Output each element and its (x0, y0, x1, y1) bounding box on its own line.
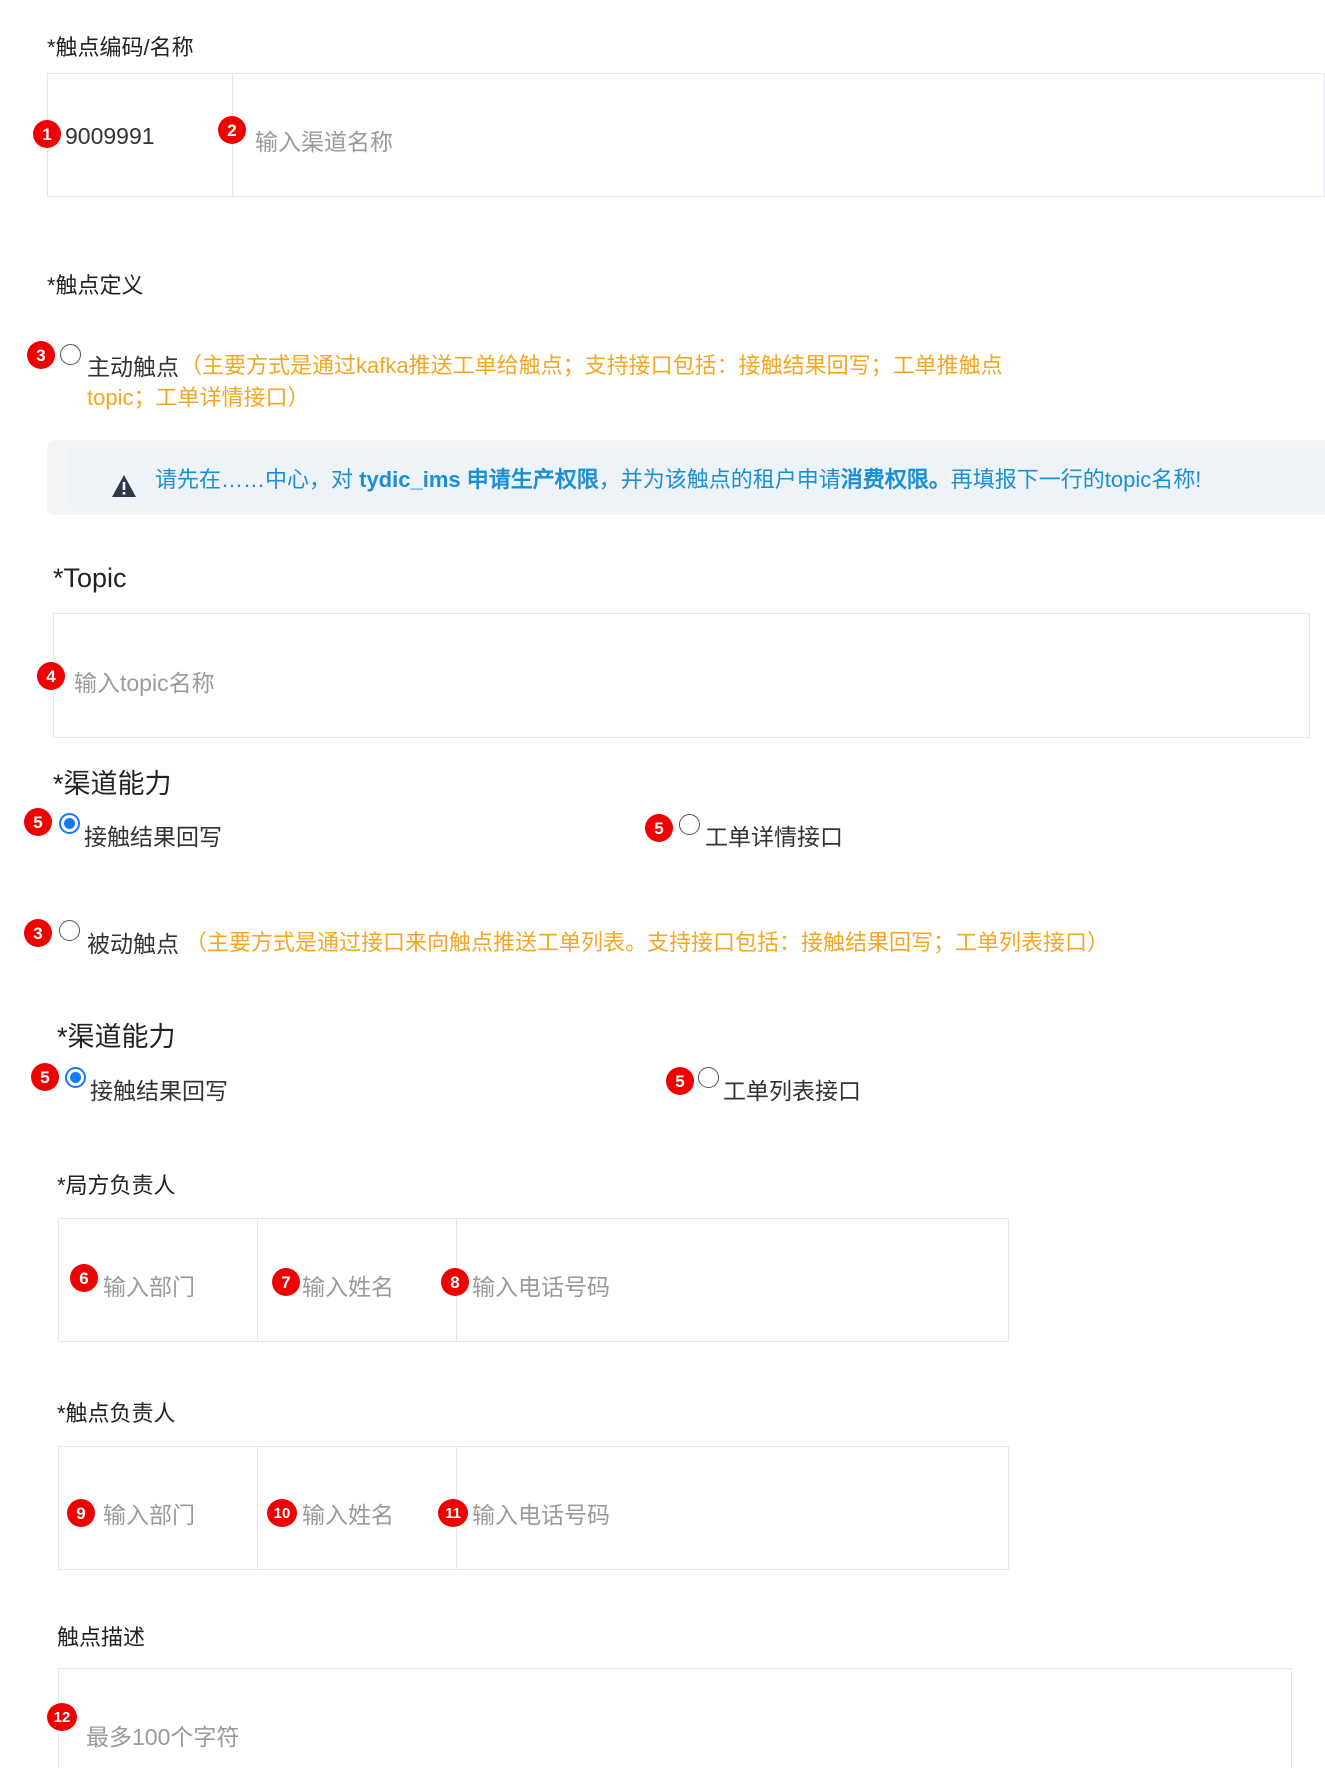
passive-touchpoint-radio[interactable] (59, 920, 80, 941)
bureau-phone-input[interactable]: 输入电话号码 (457, 1219, 1008, 1341)
active-writeback-label[interactable]: 接触结果回写 (84, 818, 222, 852)
annotation-badge-12: 12 (47, 1703, 77, 1731)
passive-capability-label: *渠道能力 (57, 1022, 176, 1052)
annotation-badge-8: 8 (441, 1268, 469, 1296)
topic-placeholder: 输入topic名称 (74, 670, 215, 696)
description-label: 触点描述 (57, 1625, 146, 1650)
touchpoint-name-placeholder: 输入姓名 (302, 1502, 394, 1528)
annotation-badge-11: 11 (438, 1499, 468, 1527)
passive-touchpoint-label[interactable]: 被动触点 (87, 925, 179, 959)
touchpoint-dept-placeholder: 输入部门 (103, 1502, 195, 1528)
active-touchpoint-hint-line1: （主要方式是通过kafka推送工单给触点；支持接口包括：接触结果回写；工单推触点 (180, 353, 1003, 378)
bureau-owner-label: *局方负责人 (57, 1173, 176, 1198)
permission-alert-text: 请先在……中心，对 tydic_ims 申请生产权限，并为该触点的租户申请消费权… (155, 467, 1202, 492)
active-touchpoint-radio[interactable] (60, 344, 81, 365)
touchpoint-definition-label: *触点定义 (47, 273, 144, 298)
touchpoint-code-input[interactable]: 9009991 (48, 74, 233, 196)
permission-alert: 请先在……中心，对 tydic_ims 申请生产权限，并为该触点的租户申请消费权… (47, 440, 1325, 515)
passive-touchpoint-hint: （主要方式是通过接口来向触点推送工单列表。支持接口包括：接触结果回写；工单列表接… (185, 930, 1110, 955)
channel-name-input[interactable]: 输入渠道名称 (233, 74, 1324, 196)
annotation-badge-1: 1 (33, 120, 61, 148)
passive-writeback-radio[interactable] (65, 1067, 86, 1088)
annotation-badge-9: 9 (67, 1499, 95, 1527)
touchpoint-phone-placeholder: 输入电话号码 (472, 1502, 610, 1528)
description-textarea[interactable]: 最多100个字符 (58, 1668, 1292, 1768)
annotation-badge-5d: 5 (666, 1067, 694, 1095)
annotation-badge-2: 2 (218, 116, 246, 144)
passive-writeback-label[interactable]: 接触结果回写 (90, 1072, 228, 1106)
work-order-detail-radio[interactable] (679, 814, 700, 835)
description-placeholder: 最多100个字符 (86, 1724, 240, 1750)
touchpoint-code-value: 9009991 (65, 123, 155, 149)
bureau-owner-field: 输入部门 输入姓名 输入电话号码 (58, 1218, 1009, 1342)
annotation-badge-5c: 5 (31, 1063, 59, 1091)
touchpoint-owner-label: *触点负责人 (57, 1401, 176, 1426)
work-order-list-radio[interactable] (698, 1067, 719, 1088)
touchpoint-code-name-label: *触点编码/名称 (47, 35, 194, 60)
annotation-badge-5b: 5 (645, 814, 673, 842)
warning-icon (112, 475, 136, 497)
touchpoint-phone-input[interactable]: 输入电话号码 (457, 1447, 1008, 1569)
topic-input[interactable]: 输入topic名称 (53, 613, 1310, 738)
topic-label: *Topic (53, 563, 127, 593)
active-capability-label: *渠道能力 (53, 769, 172, 799)
bureau-dept-placeholder: 输入部门 (103, 1274, 195, 1300)
annotation-badge-7: 7 (272, 1268, 300, 1296)
annotation-badge-4: 4 (37, 662, 65, 690)
touchpoint-owner-field: 输入部门 输入姓名 输入电话号码 (58, 1446, 1009, 1570)
annotation-badge-6: 6 (70, 1264, 98, 1292)
annotation-badge-3a: 3 (27, 341, 55, 369)
work-order-detail-label[interactable]: 工单详情接口 (705, 818, 843, 852)
annotation-badge-5a: 5 (24, 808, 52, 836)
active-writeback-radio[interactable] (59, 813, 80, 834)
annotation-badge-10: 10 (267, 1499, 297, 1527)
bureau-name-placeholder: 输入姓名 (302, 1274, 394, 1300)
bureau-phone-placeholder: 输入电话号码 (472, 1274, 610, 1300)
channel-name-placeholder: 输入渠道名称 (255, 129, 393, 155)
active-touchpoint-label[interactable]: 主动触点 (87, 348, 179, 382)
annotation-badge-3b: 3 (24, 919, 52, 947)
active-touchpoint-hint-line2: topic；工单详情接口） (87, 385, 310, 410)
work-order-list-label[interactable]: 工单列表接口 (723, 1072, 861, 1106)
permission-alert-body: 请先在……中心，对 tydic_ims 申请生产权限，并为该触点的租户申请消费权… (67, 449, 1325, 506)
